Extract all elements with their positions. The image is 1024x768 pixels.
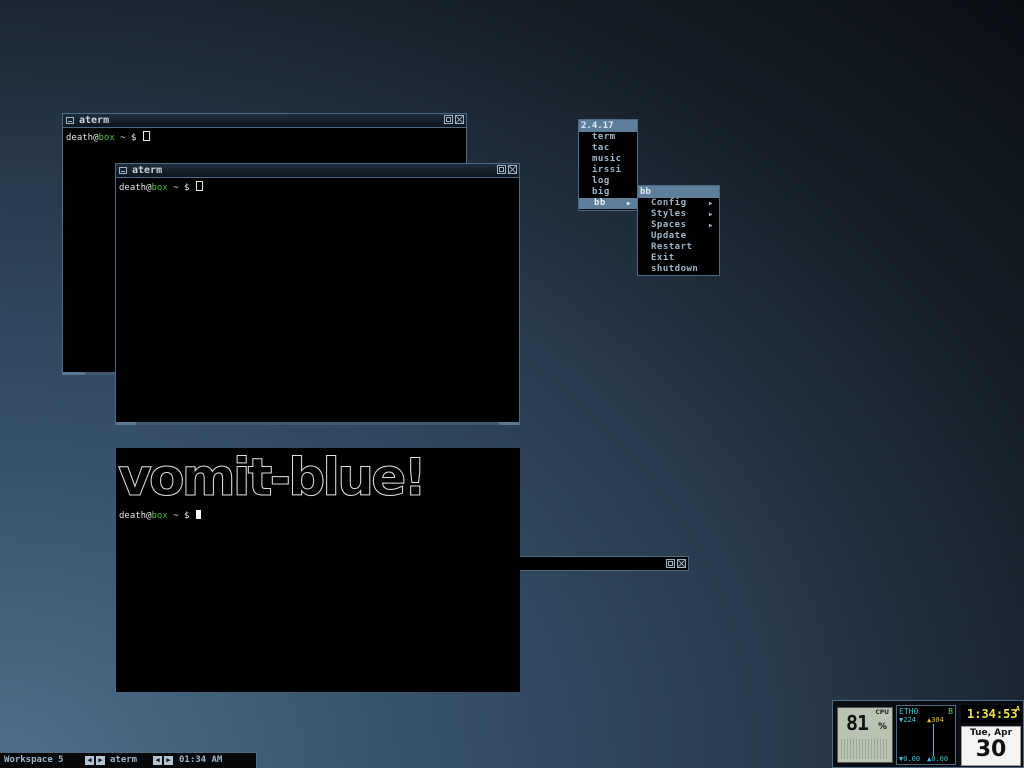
- window-label[interactable]: aterm: [110, 753, 137, 767]
- prompt-host: box: [151, 511, 168, 521]
- window-prev-button[interactable]: ◀: [153, 756, 162, 765]
- cursor: [195, 181, 203, 191]
- close-button[interactable]: [508, 165, 517, 174]
- menu-item-term[interactable]: term: [579, 132, 637, 143]
- window-title: aterm: [79, 115, 110, 126]
- cpu-unit: %: [877, 722, 887, 732]
- terminal-output[interactable]: death@box ~ $: [116, 178, 519, 197]
- net-interface: ETH0: [899, 707, 919, 716]
- submenu-arrow-icon: ▶: [708, 200, 713, 207]
- submenu-arrow-icon: ▶: [626, 200, 631, 207]
- prompt-user: death: [119, 511, 147, 521]
- menu-item-spaces[interactable]: Spaces ▶: [638, 220, 719, 231]
- window-title: aterm: [132, 165, 163, 176]
- terminal-output[interactable]: death@box ~ $: [63, 128, 466, 147]
- prompt-host: box: [151, 183, 168, 193]
- window-next-button[interactable]: ▶: [164, 756, 173, 765]
- net-down-top: ▼224: [899, 716, 916, 724]
- clock-dockapp[interactable]: 1:34:53 A: [961, 705, 1021, 723]
- toolbar: Workspace 5 ◀ ▶ aterm ◀ ▶ 01:34 AM: [0, 752, 257, 768]
- date-dockapp[interactable]: Tue, Apr 30: [961, 726, 1021, 766]
- root-menu[interactable]: 2.4.17 term tac music irssi log big bb ▶: [578, 119, 638, 211]
- prompt-rest: ~ $: [167, 183, 195, 193]
- window-bottom-border: [136, 422, 499, 425]
- menu-item-big[interactable]: big: [579, 187, 637, 198]
- workspace-next-button[interactable]: ▶: [96, 756, 105, 765]
- titlebar[interactable]: aterm: [116, 164, 519, 178]
- close-button[interactable]: [455, 115, 464, 124]
- maximize-button[interactable]: [497, 165, 506, 174]
- prompt-rest: ~ $: [114, 133, 142, 143]
- cursor: [195, 510, 201, 519]
- menu-item-tac[interactable]: tac: [579, 143, 637, 154]
- menu-item-exit[interactable]: Exit: [638, 253, 719, 264]
- prompt-host: box: [98, 133, 115, 143]
- maximize-button[interactable]: [666, 559, 675, 568]
- slit: CPU 81 % ETH0 B ▼224 ▲304 ▼0.00 ▲0.00 1:…: [832, 700, 1024, 768]
- ascii-banner: vomit-blue!: [117, 448, 427, 508]
- menu-item-config[interactable]: Config ▶: [638, 198, 719, 209]
- net-down-bottom: ▼0.00: [899, 755, 921, 763]
- cpu-history-graph: [841, 739, 889, 759]
- window-icon[interactable]: [119, 167, 127, 174]
- workspace-prev-button[interactable]: ◀: [85, 756, 94, 765]
- resize-grip-right[interactable]: [499, 422, 519, 425]
- window-icon[interactable]: [66, 117, 74, 124]
- net-up-bottom: ▲0.00: [927, 755, 949, 763]
- date-day: 30: [975, 737, 1007, 762]
- menu-item-label: Config: [651, 198, 687, 208]
- cursor: [142, 131, 150, 141]
- menu-item-label: bb: [594, 198, 606, 208]
- network-monitor[interactable]: ETH0 B ▼224 ▲304 ▼0.00 ▲0.00: [896, 705, 956, 765]
- menu-title: bb: [638, 186, 719, 198]
- clock-ampm: A: [1015, 705, 1020, 713]
- menu-item-irssi[interactable]: irssi: [579, 165, 637, 176]
- window-bottom-border: [85, 372, 115, 375]
- menu-item-music[interactable]: music: [579, 154, 637, 165]
- menu-item-restart[interactable]: Restart: [638, 242, 719, 253]
- workspace-label[interactable]: Workspace 5: [4, 753, 64, 767]
- net-graph-line: [933, 724, 934, 756]
- cpu-value: 81: [846, 711, 869, 735]
- submenu-arrow-icon: ▶: [708, 222, 713, 229]
- menu-item-styles[interactable]: Styles ▶: [638, 209, 719, 220]
- close-button[interactable]: [677, 559, 686, 568]
- maximize-button[interactable]: [444, 115, 453, 124]
- terminal-output[interactable]: death@box ~ $: [116, 507, 204, 525]
- submenu-arrow-icon: ▶: [708, 211, 713, 218]
- aterm-window-banner[interactable]: vomit-blue! death@box ~ $: [116, 448, 520, 692]
- bb-submenu[interactable]: bb Config ▶ Styles ▶ Spaces ▶ Update Restar…: [637, 185, 720, 276]
- cpu-monitor[interactable]: CPU 81 %: [837, 707, 893, 763]
- menu-item-shutdown[interactable]: shutdown: [638, 264, 719, 275]
- resize-grip-left[interactable]: [63, 372, 85, 375]
- cpu-label: CPU: [875, 709, 889, 716]
- net-up-top: ▲304: [927, 716, 944, 724]
- menu-title: 2.4.17: [579, 120, 637, 132]
- menu-item-label: Spaces: [651, 220, 687, 230]
- prompt-user: death: [119, 183, 147, 193]
- menu-item-label: Styles: [651, 209, 687, 219]
- net-flag: B: [948, 707, 953, 716]
- menu-item-bb[interactable]: bb ▶: [579, 198, 637, 209]
- titlebar[interactable]: aterm: [63, 114, 466, 128]
- toolbar-clock: 01:34 AM: [179, 755, 223, 765]
- menu-item-update[interactable]: Update: [638, 231, 719, 242]
- aterm-window-front[interactable]: aterm death@box ~ $: [115, 163, 520, 425]
- menu-item-log[interactable]: log: [579, 176, 637, 187]
- clock-time: 1:34:53: [967, 707, 1018, 721]
- prompt-rest: ~ $: [167, 511, 195, 521]
- prompt-user: death: [66, 133, 94, 143]
- resize-grip-left[interactable]: [116, 422, 136, 425]
